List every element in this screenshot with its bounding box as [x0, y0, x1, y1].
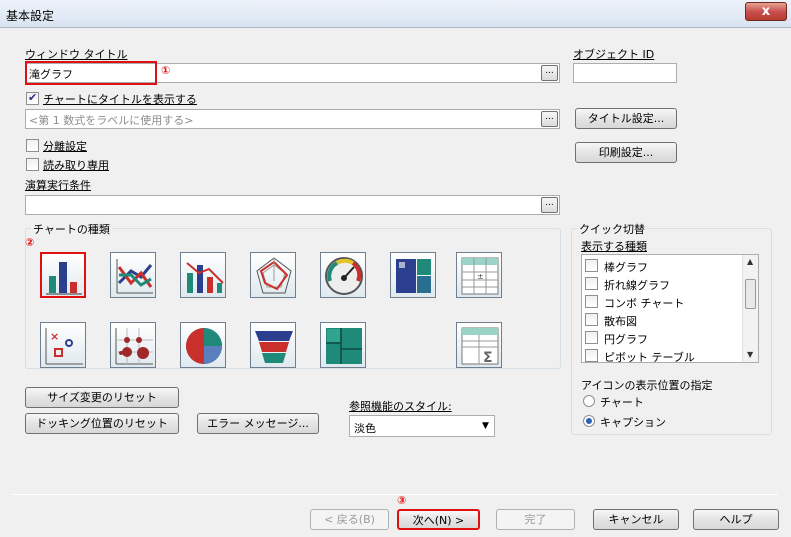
title-settings-button[interactable]: タイトル設定...	[575, 108, 677, 129]
list-item-checkbox[interactable]	[585, 331, 598, 344]
list-item-checkbox[interactable]	[585, 313, 598, 326]
pie-chart-icon[interactable]	[180, 322, 226, 368]
detach-checkbox[interactable]	[26, 139, 39, 152]
pivot-table-icon[interactable]: ±	[456, 252, 502, 298]
reference-style-label: 参照機能のスタイル:	[349, 400, 452, 413]
reset-size-button[interactable]: サイズ変更のリセット	[25, 387, 179, 408]
help-button[interactable]: ヘルプ	[693, 509, 779, 530]
scatter-chart-icon[interactable]: ×	[40, 322, 86, 368]
scroll-up-icon[interactable]: ▲	[747, 257, 753, 266]
straight-table-icon[interactable]: Σ	[456, 322, 502, 368]
list-item-label: 折れ線グラフ	[604, 279, 670, 292]
marker-2: ②	[25, 236, 35, 249]
gauge-chart-icon[interactable]	[320, 252, 366, 298]
title-bar: 基本設定 x	[0, 0, 791, 28]
list-item[interactable]: 散布図	[582, 311, 742, 329]
detach-label: 分離設定	[43, 140, 87, 153]
marker-3: ③	[397, 494, 407, 507]
list-item[interactable]: コンボ チャート	[582, 293, 742, 311]
quick-change-list-label: 表示する種類	[581, 240, 647, 253]
window-title-browse-button[interactable]: ...	[541, 65, 558, 81]
print-settings-button[interactable]: 印刷設定...	[575, 142, 677, 163]
cancel-button[interactable]: キャンセル	[593, 509, 679, 530]
highlight-box-1	[25, 61, 157, 85]
reset-docking-button[interactable]: ドッキング位置のリセット	[25, 413, 179, 434]
close-button[interactable]: x	[745, 2, 787, 21]
grid-chart-icon[interactable]	[110, 322, 156, 368]
window-title-label: ウィンドウ タイトル	[25, 48, 128, 61]
object-id-input[interactable]	[573, 63, 677, 83]
radio-chart-label: チャート	[600, 396, 644, 409]
svg-text:×: ×	[50, 330, 59, 343]
back-button[interactable]: < 戻る(B)	[310, 509, 389, 530]
scroll-thumb[interactable]	[745, 279, 756, 309]
dropdown-arrow-icon[interactable]: ▼	[482, 421, 489, 431]
radio-chart[interactable]	[583, 395, 595, 407]
title-formula-browse-button[interactable]: ...	[541, 111, 558, 127]
show-title-label: チャートにタイトルを表示する	[43, 93, 197, 106]
finish-button[interactable]: 完了	[496, 509, 575, 530]
quick-change-label: クイック切替	[577, 221, 647, 237]
svg-text:±: ±	[477, 272, 484, 281]
list-item-label: ピボット テーブル	[604, 351, 695, 364]
window-title: 基本設定	[6, 9, 55, 23]
footer-separator	[12, 494, 778, 495]
scroll-down-icon[interactable]: ▼	[747, 350, 753, 359]
radio-caption-label: キャプション	[600, 416, 666, 429]
list-item-checkbox[interactable]	[585, 277, 598, 290]
next-button[interactable]: 次へ(N) >	[397, 509, 480, 530]
icon-position-label: アイコンの表示位置の指定	[581, 379, 713, 392]
line-chart-icon[interactable]	[110, 252, 156, 298]
list-item-label: 散布図	[604, 315, 637, 328]
show-title-checkbox[interactable]	[26, 91, 39, 105]
list-item[interactable]: ピボット テーブル	[582, 347, 742, 365]
title-formula-placeholder: <第 1 数式をラベルに使用する>	[29, 114, 194, 127]
readonly-checkbox[interactable]	[26, 158, 39, 171]
calc-condition-label: 演算実行条件	[25, 179, 91, 192]
svg-text:Σ: Σ	[483, 350, 493, 366]
reference-style-value: 淡色	[354, 422, 376, 435]
readonly-label: 読み取り専用	[43, 159, 109, 172]
list-item[interactable]: 円グラフ	[582, 329, 742, 347]
calc-condition-browse-button[interactable]: ...	[541, 197, 558, 213]
combo-chart-icon[interactable]	[180, 252, 226, 298]
reference-style-select[interactable]: 淡色 ▼	[349, 415, 495, 437]
marker-1: ①	[161, 64, 171, 77]
radar-chart-icon[interactable]	[250, 252, 296, 298]
list-item-checkbox[interactable]	[585, 349, 598, 362]
calc-condition-input[interactable]	[25, 195, 560, 215]
error-message-button[interactable]: エラー メッセージ...	[197, 413, 319, 434]
chart-types-label: チャートの種類	[31, 221, 112, 237]
list-item-checkbox[interactable]	[585, 295, 598, 308]
list-item[interactable]: 折れ線グラフ	[582, 275, 742, 293]
list-scrollbar[interactable]: ▲ ▼	[742, 255, 758, 362]
chart-type-list[interactable]: 棒グラフ 折れ線グラフ コンボ チャート 散布図 円グラフ ピボット テーブル …	[581, 254, 759, 365]
bar-chart-icon[interactable]	[40, 252, 86, 298]
funnel-chart-icon[interactable]	[250, 322, 296, 368]
list-item-label: 円グラフ	[604, 333, 648, 346]
list-item-label: 棒グラフ	[604, 261, 648, 274]
title-formula-input[interactable]: <第 1 数式をラベルに使用する>	[25, 109, 560, 129]
list-item[interactable]: 棒グラフ	[582, 257, 742, 275]
mekko-chart-icon[interactable]	[320, 322, 366, 368]
radio-caption[interactable]	[583, 415, 595, 427]
list-item-label: コンボ チャート	[604, 297, 685, 310]
list-item-checkbox[interactable]	[585, 259, 598, 272]
object-id-label: オブジェクト ID	[573, 48, 655, 61]
block-chart-icon[interactable]	[390, 252, 436, 298]
